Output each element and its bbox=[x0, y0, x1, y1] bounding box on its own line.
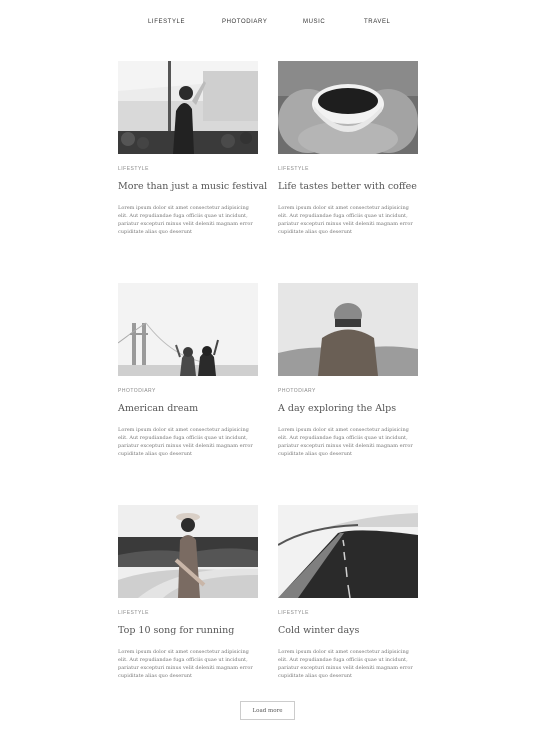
post-card: LIFESTYLE More than just a music festiva… bbox=[118, 61, 267, 236]
post-excerpt: Lorem ipsum dolor sit amet consectetur a… bbox=[118, 427, 253, 457]
post-category[interactable]: LIFESTYLE bbox=[118, 610, 258, 616]
post-excerpt: Lorem ipsum dolor sit amet consectetur a… bbox=[118, 205, 253, 235]
post-card: LIFESTYLE Life tastes better with coffee… bbox=[278, 61, 418, 236]
post-excerpt: Lorem ipsum dolor sit amet consectetur a… bbox=[278, 205, 413, 235]
post-image-music-festival[interactable] bbox=[118, 61, 258, 154]
post-excerpt: Lorem ipsum dolor sit amet consectetur a… bbox=[118, 649, 253, 679]
post-image-american-dream[interactable] bbox=[118, 283, 258, 376]
post-category[interactable]: LIFESTYLE bbox=[278, 166, 418, 172]
post-title[interactable]: Top 10 song for running bbox=[118, 625, 258, 636]
nav-item-travel[interactable]: TRAVEL bbox=[364, 19, 391, 25]
post-category[interactable]: PHOTODIARY bbox=[118, 388, 258, 394]
post-excerpt: Lorem ipsum dolor sit amet consectetur a… bbox=[278, 427, 413, 457]
post-card: PHOTODIARY A day exploring the Alps Lore… bbox=[278, 283, 418, 458]
post-title[interactable]: A day exploring the Alps bbox=[278, 403, 418, 414]
post-category[interactable]: PHOTODIARY bbox=[278, 388, 418, 394]
post-image-winter-road[interactable] bbox=[278, 505, 418, 598]
post-title[interactable]: Life tastes better with coffee bbox=[278, 181, 418, 192]
post-title[interactable]: More than just a music festival bbox=[118, 181, 267, 192]
post-excerpt: Lorem ipsum dolor sit amet consectetur a… bbox=[278, 649, 413, 679]
nav-item-lifestyle[interactable]: LIFESTYLE bbox=[148, 19, 185, 25]
post-image-alps[interactable] bbox=[278, 283, 418, 376]
post-title[interactable]: Cold winter days bbox=[278, 625, 418, 636]
nav-item-photodiary[interactable]: PHOTODIARY bbox=[222, 19, 267, 25]
nav-item-music[interactable]: MUSIC bbox=[303, 19, 325, 25]
post-card: LIFESTYLE Top 10 song for running Lorem … bbox=[118, 505, 258, 680]
post-category[interactable]: LIFESTYLE bbox=[118, 166, 258, 172]
load-more-button[interactable]: Load more bbox=[240, 701, 295, 720]
post-card: LIFESTYLE Cold winter days Lorem ipsum d… bbox=[278, 505, 418, 680]
post-title[interactable]: American dream bbox=[118, 403, 258, 414]
post-image-coffee[interactable] bbox=[278, 61, 418, 154]
post-card: PHOTODIARY American dream Lorem ipsum do… bbox=[118, 283, 258, 458]
post-image-running[interactable] bbox=[118, 505, 258, 598]
main-nav: LIFESTYLE PHOTODIARY MUSIC TRAVEL bbox=[0, 19, 541, 29]
post-category[interactable]: LIFESTYLE bbox=[278, 610, 418, 616]
